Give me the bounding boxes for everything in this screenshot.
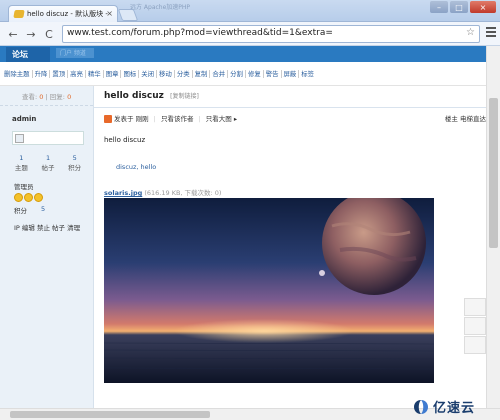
vertical-scrollbar[interactable]	[486, 46, 500, 408]
browser-titlebar: 远方 Apache加速PHP hello discuz - 默认版块 - × –…	[0, 0, 500, 22]
count-threads[interactable]: 1 主题	[8, 153, 35, 173]
side-button[interactable]	[464, 336, 486, 354]
avatar[interactable]	[12, 131, 84, 145]
divider	[94, 107, 486, 108]
background-window-title: 远方 Apache加速PHP	[130, 4, 191, 11]
browser-toolbar: ← → C www.test.com/forum.php?mod=viewthr…	[0, 22, 500, 46]
admin-tool-link[interactable]: 分割	[227, 70, 245, 78]
close-window-button[interactable]: ×	[470, 1, 496, 13]
points-row: 积分 5	[14, 205, 93, 215]
scroll-thumb[interactable]	[489, 98, 498, 248]
admin-tool-link[interactable]: 图标	[120, 70, 139, 78]
stats-separator: |	[45, 93, 48, 101]
tab-title: hello discuz - 默认版块 -	[27, 10, 108, 18]
admin-tool-link[interactable]: 升降	[31, 70, 50, 78]
admin-tool-link[interactable]: 精华	[84, 70, 103, 78]
admin-tool-link[interactable]: 高亮	[67, 70, 85, 78]
admin-tool-link[interactable]: 关闭	[138, 70, 157, 78]
reload-icon[interactable]: C	[42, 27, 56, 41]
admin-tool-link[interactable]: 图章	[102, 70, 121, 78]
forum-nav-tab[interactable]: 论坛	[6, 47, 50, 62]
post-title-row: hello discuz [复制链接]	[104, 91, 486, 107]
watermark: 亿速云	[413, 397, 475, 416]
points-label: 积分	[14, 207, 27, 215]
minimize-button[interactable]: –	[430, 1, 448, 13]
poster-icon	[104, 115, 112, 123]
admin-tool-link[interactable]: 复制	[191, 70, 210, 78]
post-tags[interactable]: discuz, hello	[116, 163, 156, 171]
attachment-image[interactable]	[104, 198, 434, 383]
views-value: 0	[39, 93, 44, 101]
bookmark-star-icon[interactable]: ☆	[466, 27, 475, 38]
count-points[interactable]: 5 积分	[61, 153, 88, 173]
points-value: 5	[41, 205, 46, 213]
admin-tool-link[interactable]: 警告	[262, 70, 281, 78]
window-controls: – □ ×	[430, 1, 496, 13]
author-sidebar: 查看: 0 | 回复: 0 admin 1 主题 1 帖子 5 积分 管理员 积分 5…	[0, 86, 94, 408]
tab-close-icon[interactable]: ×	[106, 9, 113, 18]
admin-tool-link[interactable]: 标签	[298, 70, 317, 78]
admin-tool-link[interactable]: 修复	[244, 70, 263, 78]
back-icon[interactable]: ←	[6, 27, 20, 41]
scroll-thumb[interactable]	[10, 411, 210, 418]
admin-tool-link[interactable]: 删除主题	[2, 70, 32, 78]
thread-stats: 查看: 0 | 回复: 0	[0, 86, 93, 106]
count-posts[interactable]: 1 帖子	[35, 153, 62, 173]
side-button[interactable]	[464, 317, 486, 335]
watermark-logo-icon	[414, 399, 428, 414]
admin-tool-link[interactable]: 屏蔽	[280, 70, 299, 78]
browser-tab[interactable]: hello discuz - 默认版块 - ×	[8, 5, 118, 22]
side-button[interactable]	[464, 298, 486, 316]
forward-icon[interactable]: →	[24, 27, 38, 41]
admin-tool-link[interactable]: 分类	[173, 70, 192, 78]
attachment-link[interactable]: solaris.jpg	[104, 189, 142, 197]
only-author-link[interactable]: 只看该作者	[161, 115, 194, 123]
page-viewport: 论坛 门户 频道 删除主题 升降 置顶 高亮 精华 图章 图标 关闭 移动 分类 复制 合并 分割 修复警…	[0, 46, 486, 408]
large-image-link[interactable]: 只看大图 ▸	[206, 115, 237, 123]
admin-tool-link[interactable]: 置顶	[49, 70, 68, 78]
address-bar[interactable]: www.test.com/forum.php?mod=viewthread&ti…	[62, 25, 480, 43]
attachment-info: (616.19 KB, 下载次数: 0)	[144, 189, 222, 197]
moderation-links[interactable]: IP 编辑 禁止 帖子 清理	[14, 222, 93, 232]
browser-menu-icon[interactable]	[486, 27, 496, 39]
floating-side-buttons	[464, 298, 486, 355]
favicon-icon	[13, 10, 25, 18]
faded-nav[interactable]: 门户 频道	[56, 48, 94, 58]
page-title: hello discuz	[104, 91, 164, 101]
author-counts: 1 主题 1 帖子 5 积分	[8, 153, 88, 173]
admin-tool-link[interactable]: 移动	[156, 70, 174, 78]
broken-image-icon	[15, 134, 24, 143]
views-label: 查看:	[22, 93, 38, 101]
planet-sunset-image	[104, 198, 434, 383]
forum-header: 论坛 门户 频道	[0, 46, 486, 62]
author-username[interactable]: admin	[12, 115, 93, 123]
admin-toolbar: 删除主题 升降 置顶 高亮 精华 图章 图标 关闭 移动 分类 复制 合并 分割 修复 警告 屏蔽 标签	[0, 62, 486, 86]
user-group[interactable]: 管理员	[14, 181, 93, 191]
copy-link-button[interactable]: [复制链接]	[170, 93, 199, 100]
maximize-button[interactable]: □	[450, 1, 468, 13]
url-text: www.test.com/forum.php?mod=viewthread&ti…	[67, 28, 333, 38]
replies-label: 回复:	[49, 93, 65, 101]
posted-time: 发表于 刚刚	[114, 115, 149, 123]
replies-value: 0	[67, 93, 72, 101]
floor-links[interactable]: 楼主 电梯直达	[445, 113, 486, 123]
post-body: hello discuz	[104, 136, 146, 144]
attachment-row: solaris.jpg (616.19 KB, 下载次数: 0)	[104, 187, 221, 197]
rank-stars-icon	[14, 193, 93, 202]
post-meta: 发表于 刚刚 | 只看该作者 | 只看大图 ▸ 楼主 电梯直达	[104, 113, 486, 125]
admin-tool-link[interactable]: 合并	[209, 70, 228, 78]
watermark-text: 亿速云	[433, 401, 476, 416]
